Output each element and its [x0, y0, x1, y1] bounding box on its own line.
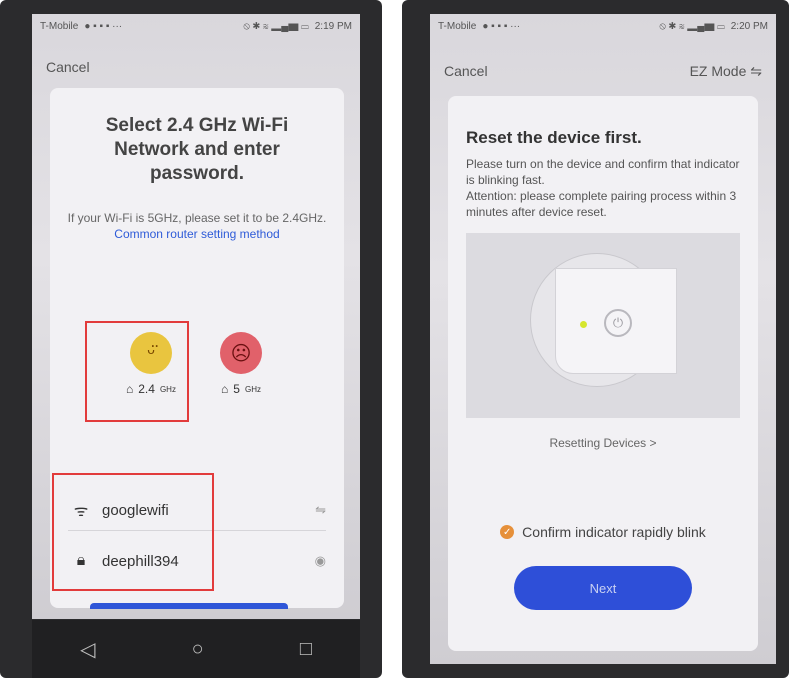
indicator-light-icon	[580, 321, 587, 328]
status-time: 2:19 PM	[314, 20, 352, 32]
notification-icons: ● ▪ ▪ ▪ ···	[482, 20, 521, 32]
signal-icons: ⦸ ✱ ≋ ▂▄▆ ▭	[659, 20, 725, 32]
band-5ghz-unit: GHz	[244, 384, 261, 394]
ez-mode-button[interactable]: EZ Mode ⇋	[690, 63, 762, 80]
recents-icon[interactable]: □	[300, 638, 312, 661]
router-setting-link[interactable]: Common router setting method	[114, 227, 279, 241]
reset-instructions: Please turn on the device and confirm th…	[466, 156, 740, 220]
wifi-hint-text: If your Wi-Fi is 5GHz, please set it to …	[67, 211, 327, 225]
home-icon[interactable]: ○	[192, 638, 204, 661]
status-time: 2:20 PM	[730, 20, 768, 32]
notification-icons: ● ▪ ▪ ▪ ···	[84, 20, 123, 32]
status-bar: T-Mobile ● ▪ ▪ ▪ ··· ⦸ ✱ ≋ ▂▄▆ ▭ 2:19 PM	[32, 14, 360, 38]
cancel-button[interactable]: Cancel	[444, 63, 488, 79]
sad-face-icon: ☹	[220, 332, 262, 374]
switch-mode-icon: ⇋	[750, 62, 762, 79]
device-illustration: ⏻	[466, 233, 740, 418]
right-screen: T-Mobile ● ▪ ▪ ▪ ··· ⦸ ✱ ≋ ▂▄▆ ▭ 2:20 PM…	[430, 14, 776, 664]
ez-mode-label: EZ Mode	[689, 62, 747, 79]
page-title: Select 2.4 GHz Wi-Fi Network and enter p…	[105, 115, 289, 184]
carrier-label: T-Mobile	[40, 20, 79, 32]
power-icon: ⏻	[604, 309, 632, 337]
reset-instruction-1: Please turn on the device and confirm th…	[466, 157, 740, 187]
next-button[interactable]: Next	[514, 566, 692, 610]
band-5ghz-value: 5	[233, 382, 240, 396]
back-icon[interactable]: ◁	[80, 637, 95, 662]
reset-device-card: Reset the device first. Please turn on t…	[448, 96, 758, 651]
confirm-blink-label: Confirm indicator rapidly blink	[522, 524, 706, 540]
signal-icons: ⦸ ✱ ≋ ▂▄▆ ▭	[243, 20, 309, 32]
band-5ghz[interactable]: ☹ ⌂ 5 GHz	[220, 332, 262, 396]
next-button-partial[interactable]	[90, 603, 288, 609]
wifi-description: If your Wi-Fi is 5GHz, please set it to …	[66, 210, 328, 242]
switch-network-icon[interactable]: ⇋	[315, 502, 326, 518]
device-graphic: ⏻	[555, 268, 677, 374]
highlight-box-credentials	[52, 473, 214, 591]
confirm-blink-checkbox[interactable]: ✓ Confirm indicator rapidly blink	[448, 524, 758, 540]
resetting-devices-link[interactable]: Resetting Devices >	[448, 436, 758, 450]
top-bar: Cancel EZ Mode ⇋	[430, 58, 776, 84]
highlight-box-band	[85, 321, 189, 422]
right-phone: T-Mobile ● ▪ ▪ ▪ ··· ⦸ ✱ ≋ ▂▄▆ ▭ 2:20 PM…	[402, 0, 789, 678]
band-5ghz-label: ⌂ 5 GHz	[221, 382, 261, 396]
cancel-button[interactable]: Cancel	[46, 59, 90, 75]
left-phone: T-Mobile ● ▪ ▪ ▪ ··· ⦸ ✱ ≋ ▂▄▆ ▭ 2:19 PM…	[0, 0, 382, 678]
checkmark-icon: ✓	[500, 525, 515, 539]
show-password-eye-icon[interactable]: ◉	[315, 553, 326, 569]
router-icon: ⌂	[221, 382, 229, 396]
top-bar: Cancel	[32, 54, 360, 80]
reset-instruction-2: Attention: please complete pairing proce…	[466, 189, 737, 219]
status-bar: T-Mobile ● ▪ ▪ ▪ ··· ⦸ ✱ ≋ ▂▄▆ ▭ 2:20 PM	[430, 14, 776, 38]
carrier-label: T-Mobile	[438, 20, 477, 32]
magnifier-circle: ⏻	[530, 253, 677, 387]
page-title: Reset the device first.	[466, 128, 642, 147]
android-nav-bar: ◁ ○ □	[32, 620, 360, 678]
